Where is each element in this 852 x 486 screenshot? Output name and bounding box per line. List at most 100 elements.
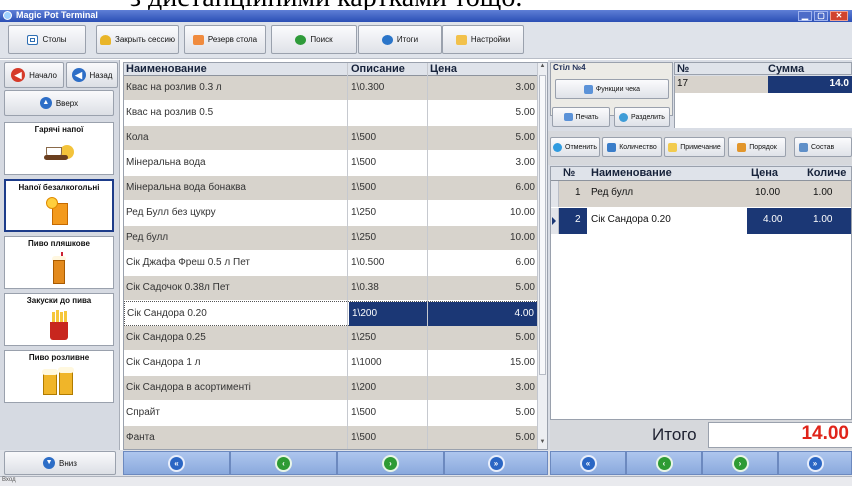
table-row[interactable]: Мінеральна вода бонаква 1\500 6.00 — [124, 176, 537, 201]
product-price: 6.00 — [515, 257, 535, 268]
close-button[interactable]: ✕ — [830, 11, 848, 21]
column-header-price[interactable]: Цена — [751, 167, 778, 179]
order-nav-next-button[interactable]: › — [702, 451, 778, 475]
order-row[interactable]: 1 Ред булл 10.00 1.00 — [551, 181, 851, 207]
product-description: 1\0.38 — [351, 282, 379, 293]
product-description: 1\500 — [351, 157, 377, 168]
settings-button[interactable]: Настройки — [442, 25, 524, 54]
product-name: Ред булл — [126, 232, 169, 243]
totals-button[interactable]: Итоги — [358, 25, 442, 54]
table-row[interactable]: Сік Сандора в асортименті 1\200 3.00 — [124, 376, 537, 401]
scroll-down-arrow-icon[interactable]: ▼ — [538, 439, 547, 449]
table-row[interactable]: Кола 1\500 5.00 — [124, 126, 537, 151]
column-header-no[interactable]: № — [563, 167, 575, 179]
close-session-button[interactable]: Закрыть сессию — [96, 25, 179, 54]
reserve-table-button[interactable]: Резерв стола — [184, 25, 266, 54]
table-row[interactable]: Фанта 1\500 5.00 — [124, 426, 537, 449]
order-sequence-button[interactable]: Порядок — [728, 137, 786, 157]
note-button[interactable]: Примечание — [664, 137, 725, 157]
column-header-quantity[interactable]: Количе — [807, 167, 846, 179]
product-price: 5.00 — [515, 432, 535, 443]
minimize-button[interactable]: ▁ — [798, 11, 812, 21]
table-row[interactable]: Квас на розлив 0.3 л 1\0.300 3.00 — [124, 76, 537, 101]
product-name: Квас на розлив 0.3 л — [126, 82, 222, 93]
nav-first-button[interactable]: « — [123, 451, 230, 475]
category-hot-drinks[interactable]: Гарячі напої — [4, 122, 114, 175]
lock-icon — [100, 34, 112, 45]
next-icon: › — [733, 456, 747, 470]
product-price: 10.00 — [509, 207, 535, 218]
category-draft-beer[interactable]: Пиво розливне — [4, 350, 114, 403]
column-header-description[interactable]: Описание — [351, 63, 405, 75]
scroll-up-button[interactable]: ▲ Вверх — [4, 90, 114, 116]
maximize-button[interactable]: ▢ — [814, 11, 828, 21]
order-nav-prev-button[interactable]: ‹ — [626, 451, 702, 475]
home-label: Начало — [29, 70, 57, 80]
product-price: 4.00 — [514, 308, 534, 319]
nav-last-button[interactable]: » — [444, 451, 548, 475]
home-button[interactable]: ◀ Начало — [4, 62, 64, 88]
note-icon — [668, 142, 678, 152]
column-header-name[interactable]: Наименование — [126, 63, 207, 75]
scroll-down-button[interactable]: ▼ Вниз — [4, 451, 116, 475]
table-row[interactable]: Сік Сандора 0.25 1\250 5.00 — [124, 326, 537, 351]
product-description: 1\0.500 — [351, 257, 385, 268]
check-row[interactable]: 17 14.0 — [674, 76, 852, 93]
search-icon — [295, 34, 307, 45]
order-table: № Наименование Цена Количе 1 Ред булл 10… — [550, 166, 852, 420]
table-row[interactable]: Спрайт 1\500 5.00 — [124, 401, 537, 426]
settings-icon — [455, 34, 467, 45]
table-row[interactable]: Мінеральна вода 1\500 3.00 — [124, 151, 537, 176]
table-row[interactable]: Сік Сандора 1 л 1\1000 15.00 — [124, 351, 537, 376]
split-icon — [619, 112, 629, 122]
scrollbar-thumb[interactable] — [539, 75, 546, 375]
print-button[interactable]: Печать — [552, 107, 610, 127]
table-row[interactable]: Ред Булл без цукру 1\250 10.00 — [124, 201, 537, 226]
product-name: Сік Сандора 0.25 — [126, 332, 206, 343]
column-divider — [347, 63, 348, 449]
order-nav-first-button[interactable]: « — [550, 451, 626, 475]
category-label: Пиво пляшкове — [28, 239, 90, 248]
order-nav-last-button[interactable]: » — [778, 451, 852, 475]
table-row[interactable]: Квас на розлив 0.5 5.00 — [124, 101, 537, 126]
table-row[interactable]: Сік Садочок 0.38л Пет 1\0.38 5.00 — [124, 276, 537, 301]
quantity-button[interactable]: Количество — [602, 137, 662, 157]
product-price: 5.00 — [515, 407, 535, 418]
selected-cell-highlight — [559, 208, 587, 234]
nav-next-button[interactable]: › — [337, 451, 444, 475]
category-soft-drinks[interactable]: Напої безалкогольні — [4, 179, 114, 232]
search-button[interactable]: Поиск — [271, 25, 357, 54]
product-name: Сік Садочок 0.38л Пет — [126, 282, 230, 293]
juice-icon — [46, 197, 72, 229]
back-button[interactable]: ◀ Назад — [66, 62, 118, 88]
column-header-name[interactable]: Наименование — [591, 167, 672, 179]
composition-button[interactable]: Состав — [794, 137, 852, 157]
current-row-marker-icon — [552, 217, 556, 225]
check-functions-button[interactable]: Функции чека — [555, 79, 669, 99]
calendar-icon — [192, 34, 204, 45]
scroll-up-arrow-icon[interactable]: ▲ — [538, 63, 547, 73]
column-header-price[interactable]: Цена — [430, 63, 457, 75]
product-name: Фанта — [126, 432, 155, 443]
order-item-name: Сік Сандора 0.20 — [591, 214, 671, 225]
product-description: 1\200 — [352, 308, 378, 319]
cancel-button[interactable]: Отменить — [550, 137, 600, 157]
tables-button[interactable]: Столы — [8, 25, 86, 54]
category-beer-snacks[interactable]: Закуски до пива — [4, 293, 114, 346]
selected-cell-highlight — [349, 302, 538, 326]
coffee-icon — [42, 141, 76, 163]
order-row-selected[interactable]: 2 Сік Сандора 0.20 4.00 1.00 — [551, 208, 851, 234]
nav-prev-button[interactable]: ‹ — [230, 451, 337, 475]
product-table: Наименование Описание Цена Квас на розли… — [123, 62, 548, 450]
category-bottled-beer[interactable]: Пиво пляшкове — [4, 236, 114, 289]
split-button[interactable]: Разделить — [614, 107, 670, 127]
order-item-number: 2 — [575, 214, 581, 225]
table-row[interactable]: Ред булл 1\250 10.00 — [124, 226, 537, 251]
product-price: 5.00 — [515, 132, 535, 143]
table-row[interactable]: Сік Джафа Фреш 0.5 л Пет 1\0.500 6.00 — [124, 251, 537, 276]
window-controls: ▁ ▢ ✕ — [798, 11, 848, 21]
arrow-down-icon: ▼ — [43, 457, 56, 469]
product-scrollbar[interactable]: ▲ ▼ — [537, 63, 547, 449]
product-price: 5.00 — [515, 107, 535, 118]
table-row-selected[interactable]: Сік Сандора 0.20 1\200 4.00 — [124, 301, 538, 326]
